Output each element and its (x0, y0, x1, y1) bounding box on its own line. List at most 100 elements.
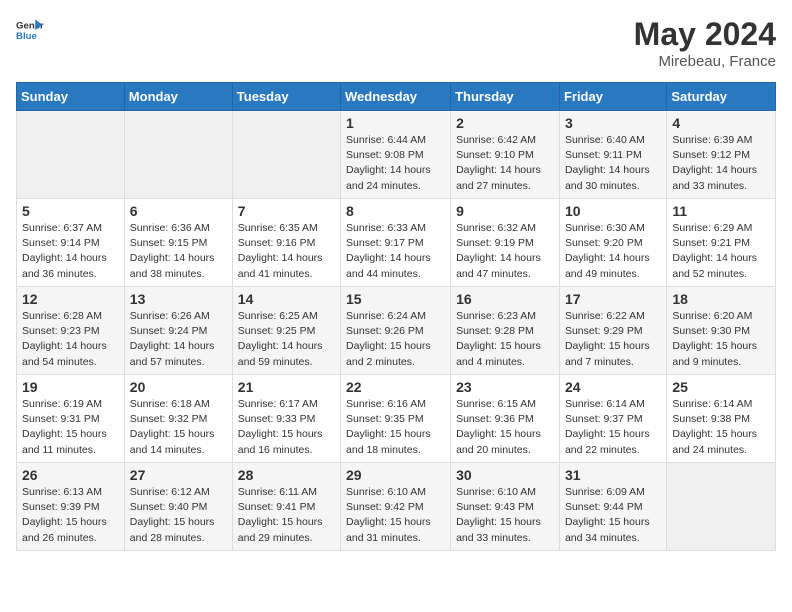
logo: General Blue (16, 16, 44, 44)
weekday-label: Wednesday (341, 83, 451, 111)
calendar-week-row: 26Sunrise: 6:13 AM Sunset: 9:39 PM Dayli… (17, 463, 776, 551)
day-number: 1 (346, 115, 445, 131)
day-number: 21 (238, 379, 335, 395)
day-info: Sunrise: 6:12 AM Sunset: 9:40 PM Dayligh… (130, 485, 227, 546)
calendar-day-cell: 20Sunrise: 6:18 AM Sunset: 9:32 PM Dayli… (124, 375, 232, 463)
day-info: Sunrise: 6:20 AM Sunset: 9:30 PM Dayligh… (672, 309, 770, 370)
calendar-day-cell: 16 Sunrise: 6:23 AM Sunset: 9:28 PM Dayli… (451, 287, 560, 375)
calendar-day-cell: 29Sunrise: 6:10 AM Sunset: 9:42 PM Dayli… (341, 463, 451, 551)
svg-text:Blue: Blue (16, 31, 37, 42)
calendar-day-cell: 31Sunrise: 6:09 AM Sunset: 9:44 PM Dayli… (559, 463, 666, 551)
day-number: 6 (130, 203, 227, 219)
calendar-day-cell: 30 Sunrise: 6:10 AM Sunset: 9:43 PM Dayli… (451, 463, 560, 551)
page-header: General Blue May 2024 Mirebeau, France (16, 16, 776, 70)
weekday-label: Friday (559, 83, 666, 111)
logo-icon: General Blue (16, 16, 44, 44)
calendar-day-cell: 14Sunrise: 6:25 AM Sunset: 9:25 PM Dayli… (232, 287, 340, 375)
calendar-week-row: 5 Sunrise: 6:37 AM Sunset: 9:14 PM Daylig… (17, 199, 776, 287)
calendar-day-cell: 12Sunrise: 6:28 AM Sunset: 9:23 PM Dayli… (17, 287, 125, 375)
calendar-empty-cell (232, 111, 340, 199)
day-info: Sunrise: 6:39 AM Sunset: 9:12 PM Dayligh… (672, 133, 770, 194)
day-number: 10 (565, 203, 661, 219)
day-info: Sunrise: 6:10 AM Sunset: 9:43 PM Dayligh… (456, 485, 554, 546)
day-info: Sunrise: 6:40 AM Sunset: 9:11 PM Dayligh… (565, 133, 661, 194)
calendar-body: 1 Sunrise: 6:44 AM Sunset: 9:08 PM Daylig… (17, 111, 776, 551)
title-block: May 2024 Mirebeau, France (634, 16, 776, 70)
day-info: Sunrise: 6:28 AM Sunset: 9:23 PM Dayligh… (22, 309, 119, 370)
day-number: 4 (672, 115, 770, 131)
day-number: 27 (130, 467, 227, 483)
day-info: Sunrise: 6:42 AM Sunset: 9:10 PM Dayligh… (456, 133, 554, 194)
day-number: 13 (130, 291, 227, 307)
calendar-empty-cell (667, 463, 776, 551)
day-info: Sunrise: 6:44 AM Sunset: 9:08 PM Dayligh… (346, 133, 445, 194)
day-info: Sunrise: 6:24 AM Sunset: 9:26 PM Dayligh… (346, 309, 445, 370)
calendar-day-cell: 11Sunrise: 6:29 AM Sunset: 9:21 PM Dayli… (667, 199, 776, 287)
day-number: 16 (456, 291, 554, 307)
calendar-day-cell: 25Sunrise: 6:14 AM Sunset: 9:38 PM Dayli… (667, 375, 776, 463)
month-title: May 2024 (634, 16, 776, 53)
calendar-day-cell: 18 Sunrise: 6:20 AM Sunset: 9:30 PM Dayli… (667, 287, 776, 375)
day-info: Sunrise: 6:11 AM Sunset: 9:41 PM Dayligh… (238, 485, 335, 546)
day-info: Sunrise: 6:23 AM Sunset: 9:28 PM Dayligh… (456, 309, 554, 370)
day-number: 3 (565, 115, 661, 131)
location: Mirebeau, France (634, 53, 776, 70)
day-info: Sunrise: 6:37 AM Sunset: 9:14 PM Dayligh… (22, 221, 119, 282)
calendar-day-cell: 21 Sunrise: 6:17 AM Sunset: 9:33 PM Dayli… (232, 375, 340, 463)
calendar-day-cell: 26Sunrise: 6:13 AM Sunset: 9:39 PM Dayli… (17, 463, 125, 551)
calendar-day-cell: 19Sunrise: 6:19 AM Sunset: 9:31 PM Dayli… (17, 375, 125, 463)
calendar-day-cell: 22 Sunrise: 6:16 AM Sunset: 9:35 PM Dayli… (341, 375, 451, 463)
weekday-label: Saturday (667, 83, 776, 111)
calendar-day-cell: 10 Sunrise: 6:30 AM Sunset: 9:20 PM Dayli… (559, 199, 666, 287)
day-number: 8 (346, 203, 445, 219)
calendar-day-cell: 24Sunrise: 6:14 AM Sunset: 9:37 PM Dayli… (559, 375, 666, 463)
day-info: Sunrise: 6:10 AM Sunset: 9:42 PM Dayligh… (346, 485, 445, 546)
day-number: 24 (565, 379, 661, 395)
calendar-day-cell: 6 Sunrise: 6:36 AM Sunset: 9:15 PM Daylig… (124, 199, 232, 287)
day-info: Sunrise: 6:26 AM Sunset: 9:24 PM Dayligh… (130, 309, 227, 370)
day-number: 18 (672, 291, 770, 307)
day-info: Sunrise: 6:35 AM Sunset: 9:16 PM Dayligh… (238, 221, 335, 282)
calendar-week-row: 12Sunrise: 6:28 AM Sunset: 9:23 PM Dayli… (17, 287, 776, 375)
day-info: Sunrise: 6:36 AM Sunset: 9:15 PM Dayligh… (130, 221, 227, 282)
calendar-day-cell: 7Sunrise: 6:35 AM Sunset: 9:16 PM Daylig… (232, 199, 340, 287)
calendar-day-cell: 1 Sunrise: 6:44 AM Sunset: 9:08 PM Daylig… (341, 111, 451, 199)
calendar-day-cell: 2 Sunrise: 6:42 AM Sunset: 9:10 PM Daylig… (451, 111, 560, 199)
day-info: Sunrise: 6:33 AM Sunset: 9:17 PM Dayligh… (346, 221, 445, 282)
day-number: 31 (565, 467, 661, 483)
calendar-day-cell: 5 Sunrise: 6:37 AM Sunset: 9:14 PM Daylig… (17, 199, 125, 287)
day-info: Sunrise: 6:22 AM Sunset: 9:29 PM Dayligh… (565, 309, 661, 370)
calendar-day-cell: 15 Sunrise: 6:24 AM Sunset: 9:26 PM Dayli… (341, 287, 451, 375)
calendar-day-cell: 27 Sunrise: 6:12 AM Sunset: 9:40 PM Dayli… (124, 463, 232, 551)
day-number: 9 (456, 203, 554, 219)
day-number: 14 (238, 291, 335, 307)
calendar-day-cell: 28 Sunrise: 6:11 AM Sunset: 9:41 PM Dayli… (232, 463, 340, 551)
calendar-day-cell: 4 Sunrise: 6:39 AM Sunset: 9:12 PM Daylig… (667, 111, 776, 199)
calendar-day-cell: 3 Sunrise: 6:40 AM Sunset: 9:11 PM Daylig… (559, 111, 666, 199)
day-info: Sunrise: 6:17 AM Sunset: 9:33 PM Dayligh… (238, 397, 335, 458)
calendar-day-cell: 13 Sunrise: 6:26 AM Sunset: 9:24 PM Dayli… (124, 287, 232, 375)
calendar-table: SundayMondayTuesdayWednesdayThursdayFrid… (16, 82, 776, 551)
day-number: 23 (456, 379, 554, 395)
day-number: 5 (22, 203, 119, 219)
day-number: 26 (22, 467, 119, 483)
calendar-day-cell: 8 Sunrise: 6:33 AM Sunset: 9:17 PM Daylig… (341, 199, 451, 287)
day-info: Sunrise: 6:32 AM Sunset: 9:19 PM Dayligh… (456, 221, 554, 282)
day-number: 28 (238, 467, 335, 483)
day-number: 17 (565, 291, 661, 307)
day-number: 2 (456, 115, 554, 131)
day-number: 22 (346, 379, 445, 395)
calendar-empty-cell (124, 111, 232, 199)
weekday-header-row: SundayMondayTuesdayWednesdayThursdayFrid… (17, 83, 776, 111)
day-info: Sunrise: 6:19 AM Sunset: 9:31 PM Dayligh… (22, 397, 119, 458)
day-number: 25 (672, 379, 770, 395)
calendar-day-cell: 23 Sunrise: 6:15 AM Sunset: 9:36 PM Dayli… (451, 375, 560, 463)
day-info: Sunrise: 6:30 AM Sunset: 9:20 PM Dayligh… (565, 221, 661, 282)
weekday-label: Sunday (17, 83, 125, 111)
calendar-day-cell: 9 Sunrise: 6:32 AM Sunset: 9:19 PM Daylig… (451, 199, 560, 287)
day-number: 30 (456, 467, 554, 483)
day-number: 15 (346, 291, 445, 307)
day-info: Sunrise: 6:16 AM Sunset: 9:35 PM Dayligh… (346, 397, 445, 458)
day-info: Sunrise: 6:15 AM Sunset: 9:36 PM Dayligh… (456, 397, 554, 458)
weekday-label: Monday (124, 83, 232, 111)
